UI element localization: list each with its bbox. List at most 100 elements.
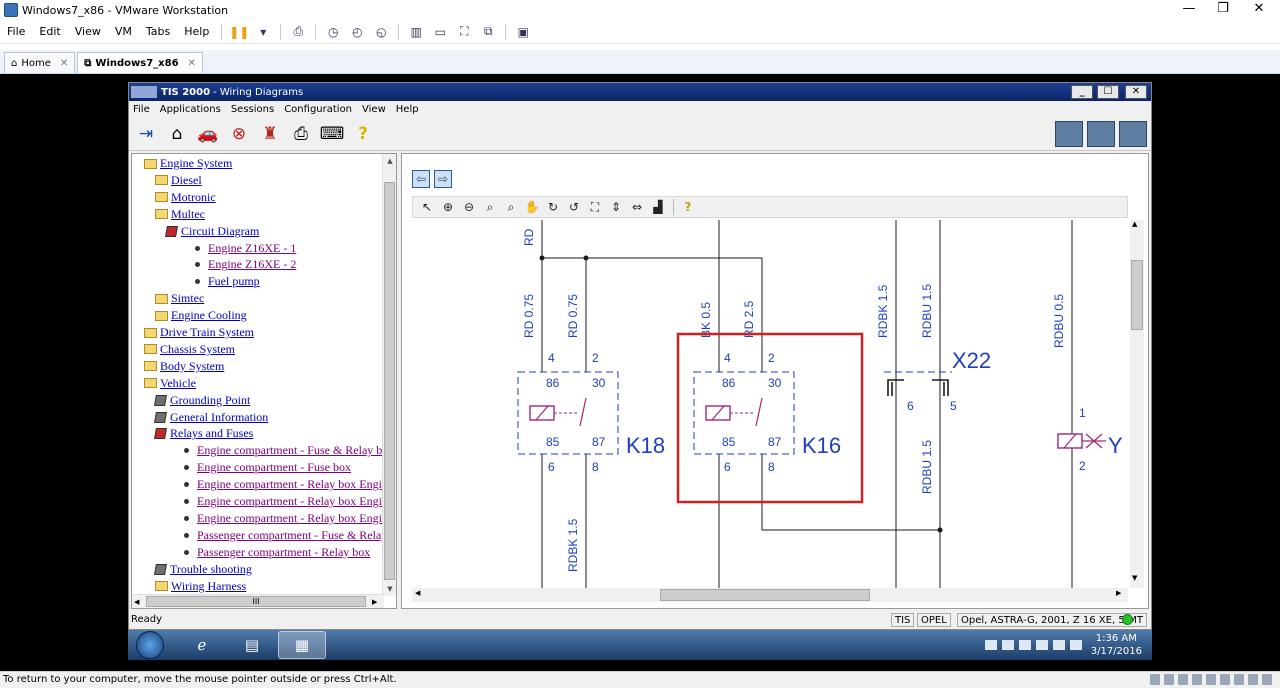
exit-icon[interactable]: ⇥ <box>133 121 159 147</box>
fullscreen-icon[interactable]: ⛶ <box>455 24 473 40</box>
tree-item-label[interactable]: Passenger compartment - Fuse & Relay b <box>197 528 382 543</box>
file-explorer-icon[interactable]: ▤ <box>228 631 276 659</box>
tree-item-label[interactable]: Fuel pump <box>208 274 260 289</box>
tis-menu-configuration[interactable]: Configuration <box>284 104 352 115</box>
zoom-in-icon[interactable]: ⊕ <box>438 198 458 216</box>
pause-icon[interactable]: ❚❚ <box>229 24 249 40</box>
wiring-diagram-canvas[interactable]: RD RD 0.75 RD 0.75 BK 0.5 RD 2.5 RDBK 1.… <box>412 220 1128 588</box>
tree-item-label[interactable]: Engine compartment - Relay box Engine Y <box>197 494 382 509</box>
tree-item[interactable]: Body System <box>144 358 224 375</box>
vehicle-icon[interactable]: 🚗 <box>195 121 221 147</box>
tab-windows7[interactable]: ⧉ Windows7_x86 ✕ <box>77 52 203 73</box>
tis-menu-view[interactable]: View <box>362 104 386 115</box>
tree-item-label[interactable]: Vehicle <box>160 376 196 391</box>
menu-vm[interactable]: VM <box>108 25 139 38</box>
unity-icon[interactable]: ⧉ <box>479 24 497 40</box>
tree-item-label[interactable]: Grounding Point <box>170 393 250 408</box>
tree-item-label[interactable]: Motronic <box>171 190 216 205</box>
scroll-up-icon[interactable]: ▲ <box>1132 220 1137 228</box>
tree-item-label[interactable]: Body System <box>160 359 224 374</box>
tis-menu-sessions[interactable]: Sessions <box>231 104 274 115</box>
tree-item[interactable]: Engine Cooling <box>155 307 247 324</box>
pointer-icon[interactable]: ↖ <box>417 198 437 216</box>
tree-item-label[interactable]: Engine compartment - Fuse box <box>197 460 351 475</box>
home-icon[interactable]: ⌂ <box>164 121 190 147</box>
person-icon[interactable]: ♜ <box>257 121 283 147</box>
scroll-left-icon[interactable]: ◀ <box>134 595 139 608</box>
snapshot-manager-icon[interactable]: ◵ <box>372 24 390 40</box>
floppy-icon[interactable] <box>1178 674 1188 685</box>
diagram-vscroll-thumb[interactable] <box>1131 260 1143 330</box>
action-center-flag-icon[interactable] <box>1069 640 1082 650</box>
tree-item[interactable]: Engine Z16XE - 1 <box>195 240 296 257</box>
tis-close-button[interactable]: ✕ <box>1125 85 1147 99</box>
tree-item[interactable]: Fuel pump <box>195 273 260 290</box>
tree-item[interactable]: Engine compartment - Fuse & Relay box <box>184 442 382 459</box>
tree-item[interactable]: General Information <box>154 409 268 426</box>
tree-item-label[interactable]: Engine System <box>160 156 232 171</box>
tree-item-label[interactable]: Drive Train System <box>160 325 254 340</box>
clock[interactable]: 1:36 AM 3/17/2016 <box>1091 632 1142 658</box>
fit-height-icon[interactable]: ⇕ <box>606 198 626 216</box>
vehicle-select-icon[interactable] <box>1087 120 1115 147</box>
tree-item[interactable]: Circuit Diagram <box>165 223 259 240</box>
rotate-right-icon[interactable]: ↻ <box>543 198 563 216</box>
tree-item-label[interactable]: Trouble shooting <box>170 562 252 577</box>
network-adapter-icon[interactable] <box>1192 674 1202 685</box>
diagram-hscroll-thumb[interactable] <box>660 589 870 601</box>
menu-view[interactable]: View <box>68 25 108 38</box>
fit-page-icon[interactable]: ⛶ <box>585 198 605 216</box>
network-tray-icon[interactable] <box>1001 640 1014 650</box>
tree-item-label[interactable]: Relays and Fuses <box>170 426 253 441</box>
tree-item[interactable]: Grounding Point <box>154 392 250 409</box>
tis-minimize-button[interactable]: _ <box>1071 85 1093 99</box>
console-view-icon[interactable]: ▭ <box>431 24 449 40</box>
tree-item-label[interactable]: Wiring Harness <box>171 579 246 594</box>
tis-taskbar-icon[interactable]: ▦ <box>278 631 326 659</box>
diagram-vertical-scrollbar[interactable]: ▲ ▼ <box>1130 220 1144 588</box>
cd-drive-icon[interactable] <box>1164 674 1174 685</box>
tree-item[interactable]: Simtec <box>155 290 204 307</box>
sound-card-icon[interactable] <box>1220 674 1230 685</box>
zoom-area-icon[interactable]: ⌕ <box>501 198 521 216</box>
revert-snapshot-icon[interactable]: ◴ <box>348 24 366 40</box>
usb-icon[interactable] <box>1206 674 1216 685</box>
scroll-up-icon[interactable]: ▲ <box>383 154 396 168</box>
menu-tabs[interactable]: Tabs <box>139 25 177 38</box>
tree-item-label[interactable]: Engine compartment - Relay box Engine Y <box>197 477 382 492</box>
rotate-left-icon[interactable]: ↺ <box>564 198 584 216</box>
start-button[interactable] <box>136 631 164 659</box>
signal-icon[interactable]: ▟ <box>648 198 668 216</box>
printer-device-icon[interactable] <box>1234 674 1244 685</box>
hard-disk-icon[interactable] <box>1150 674 1160 685</box>
printer-icon[interactable]: ⎙ <box>288 121 314 147</box>
tree-item[interactable]: Vehicle <box>144 375 196 392</box>
minimize-button[interactable]: — <box>1172 0 1206 20</box>
tis-menu-applications[interactable]: Applications <box>160 104 221 115</box>
tree-horizontal-scrollbar[interactable]: ◀ III ▶ <box>132 594 384 608</box>
volume-icon[interactable] <box>1018 640 1031 650</box>
tree-scroll-thumb[interactable] <box>384 182 395 580</box>
tree-hscroll-thumb[interactable]: III <box>146 596 366 607</box>
tree-item[interactable]: Engine compartment - Fuse box <box>184 459 351 476</box>
tree-item[interactable]: Engine compartment - Relay box Engine Y <box>184 493 382 510</box>
tree-item[interactable]: Wiring Harness <box>155 578 246 595</box>
tab-home-close-icon[interactable]: ✕ <box>60 58 68 69</box>
scroll-down-icon[interactable]: ▼ <box>383 582 396 596</box>
tree-item-label[interactable]: Engine compartment - Relay box Engine Z <box>197 511 382 526</box>
keyboard-tray-icon[interactable] <box>984 640 997 650</box>
back-arrow-icon[interactable]: ⇦ <box>412 170 430 188</box>
restore-button[interactable]: ❐ <box>1206 0 1240 20</box>
scroll-right-icon[interactable]: ▶ <box>372 595 377 608</box>
tree-item-label[interactable]: Multec <box>171 207 205 222</box>
vehicle-service-icon[interactable] <box>1119 120 1147 147</box>
tree-item-label[interactable]: Engine Z16XE - 1 <box>208 241 296 256</box>
tree-item[interactable]: Chassis System <box>144 341 235 358</box>
tree-item-label[interactable]: Chassis System <box>160 342 235 357</box>
forward-arrow-icon[interactable]: ⇨ <box>434 170 452 188</box>
sidebar-icon[interactable]: ▥ <box>407 24 425 40</box>
tree-item-label[interactable]: Simtec <box>171 291 204 306</box>
tree-item-label[interactable]: General Information <box>170 410 268 425</box>
thumbnail-icon[interactable]: ▣ <box>514 24 532 40</box>
menu-edit[interactable]: Edit <box>32 25 67 38</box>
